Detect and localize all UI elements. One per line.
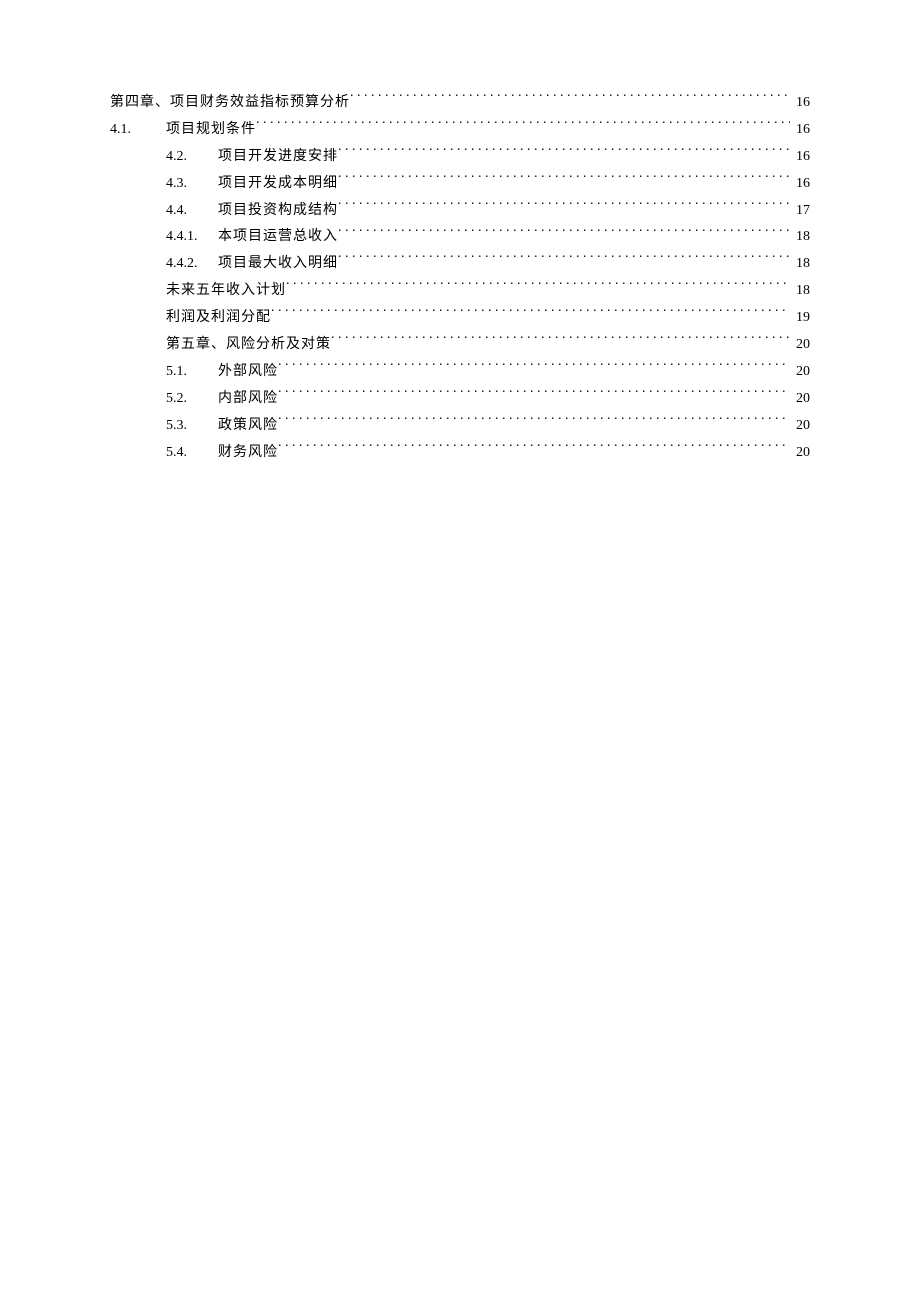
toc-row: 5.4. 财务风险 20 xyxy=(110,440,810,466)
toc-leader-dots xyxy=(338,226,790,240)
toc-leader-dots xyxy=(278,415,790,429)
toc-title: 本项目运营总收入 xyxy=(218,224,338,250)
toc-row: 4.4.2. 项目最大收入明细 18 xyxy=(110,251,810,277)
toc-page-number: 18 xyxy=(790,278,810,304)
toc-page-number: 20 xyxy=(790,440,810,466)
toc-title: 项目规划条件 xyxy=(166,117,256,143)
toc-title: 政策风险 xyxy=(218,413,278,439)
toc-leader-dots xyxy=(350,92,790,106)
toc-page-number: 16 xyxy=(790,117,810,143)
toc-number: 4.1. xyxy=(110,117,166,143)
toc-title: 未来五年收入计划 xyxy=(166,278,286,304)
toc-title: 项目开发成本明细 xyxy=(218,171,338,197)
toc-row: 5.1. 外部风险 20 xyxy=(110,359,810,385)
toc-row: 第五章、风险分析及对策 20 xyxy=(110,332,810,358)
toc-title: 项目投资构成结构 xyxy=(218,198,338,224)
toc-page-number: 20 xyxy=(790,413,810,439)
toc-leader-dots xyxy=(331,334,790,348)
toc-number: 4.4.2. xyxy=(166,251,218,277)
toc-number: 5.2. xyxy=(166,386,218,412)
toc-leader-dots xyxy=(338,200,790,214)
toc-number: 4.2. xyxy=(166,144,218,170)
toc-number: 4.4.1. xyxy=(166,224,218,250)
toc-leader-dots xyxy=(278,388,790,402)
toc-row: 4.3. 项目开发成本明细 16 xyxy=(110,171,810,197)
toc-title: 利润及利润分配 xyxy=(166,305,271,331)
toc-title: 项目开发进度安排 xyxy=(218,144,338,170)
toc-leader-dots xyxy=(278,442,790,456)
toc-row: 4.4.1. 本项目运营总收入 18 xyxy=(110,224,810,250)
toc-row: 第四章、项目财务效益指标预算分析 16 xyxy=(110,90,810,116)
toc-number: 5.3. xyxy=(166,413,218,439)
toc-page-number: 20 xyxy=(790,359,810,385)
toc-title: 项目最大收入明细 xyxy=(218,251,338,277)
toc-leader-dots xyxy=(256,119,790,133)
toc-row: 利润及利润分配 19 xyxy=(110,305,810,331)
toc-row: 5.3. 政策风险 20 xyxy=(110,413,810,439)
toc-leader-dots xyxy=(338,173,790,187)
toc-title: 内部风险 xyxy=(218,386,278,412)
toc-leader-dots xyxy=(286,280,790,294)
toc-page-number: 17 xyxy=(790,198,810,224)
toc-row: 未来五年收入计划 18 xyxy=(110,278,810,304)
toc-leader-dots xyxy=(338,253,790,267)
toc-row: 4.2. 项目开发进度安排 16 xyxy=(110,144,810,170)
toc-page-number: 16 xyxy=(790,171,810,197)
toc-page-number: 18 xyxy=(790,251,810,277)
toc-number: 5.4. xyxy=(166,440,218,466)
toc-page-number: 19 xyxy=(790,305,810,331)
toc-title: 第五章、风险分析及对策 xyxy=(166,332,331,358)
toc-page-number: 16 xyxy=(790,144,810,170)
toc-page-number: 18 xyxy=(790,224,810,250)
toc-page-number: 16 xyxy=(790,90,810,116)
toc-row: 4.1. 项目规划条件 16 xyxy=(110,117,810,143)
toc-row: 5.2. 内部风险 20 xyxy=(110,386,810,412)
toc-number: 5.1. xyxy=(166,359,218,385)
toc-number: 4.3. xyxy=(166,171,218,197)
toc-page-number: 20 xyxy=(790,332,810,358)
toc-title: 第四章、项目财务效益指标预算分析 xyxy=(110,90,350,116)
table-of-contents: 第四章、项目财务效益指标预算分析 16 4.1. 项目规划条件 16 4.2. … xyxy=(110,90,810,465)
toc-leader-dots xyxy=(271,307,790,321)
toc-title: 财务风险 xyxy=(218,440,278,466)
toc-row: 4.4. 项目投资构成结构 17 xyxy=(110,198,810,224)
toc-number: 4.4. xyxy=(166,198,218,224)
toc-page-number: 20 xyxy=(790,386,810,412)
toc-leader-dots xyxy=(278,361,790,375)
toc-title: 外部风险 xyxy=(218,359,278,385)
toc-leader-dots xyxy=(338,146,790,160)
